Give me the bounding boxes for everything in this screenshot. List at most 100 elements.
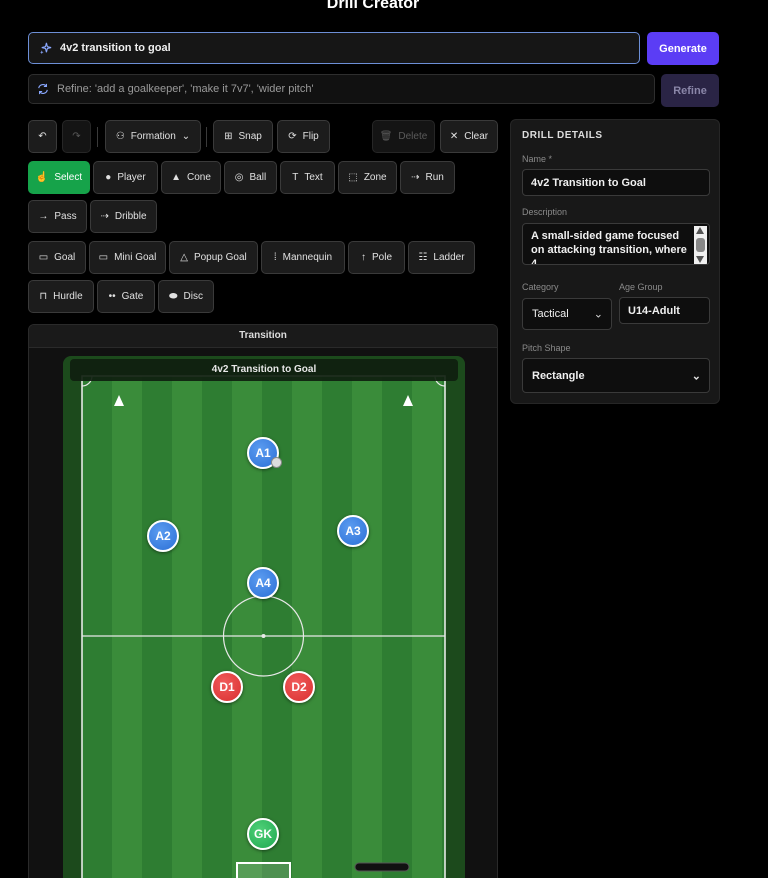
equip-popup-goal[interactable]: △ Popup Goal [169, 241, 258, 274]
chevron-down-icon: ⌄ [181, 130, 191, 142]
equip-hurdle[interactable]: ⊓ Hurdle [28, 280, 94, 313]
tool-cone-label: Cone [187, 172, 211, 183]
refine-button[interactable]: Refine [661, 74, 719, 107]
refine-input[interactable]: Refine: 'add a goalkeeper', 'make it 7v7… [28, 74, 655, 104]
toolbar-divider [97, 127, 98, 147]
cone-marker[interactable] [114, 395, 124, 406]
description-scrollbar[interactable] [694, 226, 707, 264]
category-value: Tactical [532, 308, 569, 320]
snap-label: Snap [238, 131, 262, 142]
pole-icon: ↑ [360, 251, 366, 263]
undo-button[interactable]: ↶ [28, 120, 57, 153]
delete-button[interactable]: 🗑 Delete [372, 120, 435, 153]
triangle-icon: △ [180, 251, 188, 263]
player-token[interactable]: GK [247, 818, 279, 850]
tool-cone[interactable]: ▲ Cone [161, 161, 221, 194]
equip-disc-label: Disc [183, 291, 203, 302]
player-token[interactable]: A2 [147, 520, 179, 552]
scroll-down-icon [696, 256, 704, 263]
equip-goal-label: Goal [54, 252, 76, 263]
close-icon: ✕ [449, 130, 459, 142]
generate-button[interactable]: Generate [647, 32, 719, 65]
cone-marker[interactable] [403, 395, 413, 406]
tool-pass-label: Pass [54, 211, 77, 222]
equip-mini-goal[interactable]: ▭ Mini Goal [89, 241, 166, 274]
prompt-input[interactable]: 4v2 transition to goal [28, 32, 640, 64]
description-label: Description [522, 207, 568, 217]
equip-ladder[interactable]: ☷ Ladder [408, 241, 475, 274]
tool-zone[interactable]: ⬚ Zone [338, 161, 397, 194]
drill-title-banner: 4v2 Transition to Goal [70, 359, 458, 381]
mannequin-icon: ⁞ [273, 251, 277, 263]
tool-run[interactable]: ⇢ Run [400, 161, 455, 194]
name-field[interactable]: 4v2 Transition to Goal [522, 169, 710, 196]
redo-button[interactable]: ↷ [62, 120, 91, 153]
prompt-row: 4v2 transition to goal Generate [28, 32, 720, 65]
clear-button[interactable]: ✕ Clear [440, 120, 498, 153]
pitch-tab-title: Transition [29, 325, 497, 348]
ladder-icon: ☷ [418, 251, 428, 263]
trash-icon: 🗑 [379, 130, 393, 142]
gate-icon: •• [108, 290, 116, 302]
equip-mannequin[interactable]: ⁞ Mannequin [261, 241, 345, 274]
chevron-down-icon: ⌄ [691, 370, 701, 382]
equip-gate-label: Gate [121, 291, 144, 302]
description-text: A small-sided game focused on attacking … [531, 230, 687, 265]
tool-player-label: Player [117, 172, 146, 183]
player-token[interactable]: A4 [247, 567, 279, 599]
tool-select-label: Select [54, 172, 83, 183]
flip-button[interactable]: ⟳ Flip [277, 120, 330, 153]
clear-label: Clear [464, 131, 489, 142]
tool-select[interactable]: ☝ Select [28, 161, 90, 194]
dotted-arrow-icon: ⇢ [100, 210, 109, 222]
pitch-shape-select[interactable]: Rectangle ⌄ [522, 358, 710, 393]
tool-pass[interactable]: → Pass [28, 200, 87, 233]
formation-icon: ⚇ [115, 130, 125, 142]
category-select[interactable]: Tactical ⌄ [522, 298, 612, 330]
player-token[interactable]: D1 [211, 671, 243, 703]
ball-marker[interactable] [271, 457, 282, 468]
redo-icon: ↷ [72, 130, 81, 142]
tool-dribble[interactable]: ⇢ Dribble [90, 200, 157, 233]
equip-gate[interactable]: •• Gate [97, 280, 155, 313]
ball-icon: ◎ [234, 171, 244, 183]
scroll-up-icon [696, 227, 704, 234]
equip-disc[interactable]: ⬬ Disc [158, 280, 214, 313]
player-token[interactable]: D2 [283, 671, 315, 703]
equip-pole-label: Pole [371, 252, 392, 263]
pitch-shape-value: Rectangle [532, 369, 585, 382]
snap-button[interactable]: ⊞ Snap [213, 120, 273, 153]
tool-player[interactable]: ● Player [93, 161, 158, 194]
category-label: Category [522, 282, 559, 292]
equip-goal[interactable]: ▭ Goal [28, 241, 86, 274]
formation-label: Formation [130, 131, 176, 142]
equip-ladder-label: Ladder [433, 252, 465, 263]
name-label: Name * [522, 154, 553, 164]
refresh-icon [38, 83, 48, 95]
cone-icon: ▲ [171, 171, 181, 183]
chevron-down-icon: ⌄ [593, 308, 603, 321]
pitch-canvas[interactable]: 4v2 Transition to Goal A1 A2 A3 A4 D1 D2… [63, 356, 465, 878]
tool-text[interactable]: T Text [280, 161, 335, 194]
undo-icon: ↶ [38, 130, 47, 142]
description-field[interactable]: A small-sided game focused on attacking … [522, 223, 710, 265]
sparkle-icon [39, 42, 52, 54]
equip-mannequin-label: Mannequin [282, 252, 333, 263]
formation-dropdown[interactable]: ⚇ Formation ⌄ [105, 120, 201, 153]
pitch-shape-label: Pitch Shape [522, 343, 571, 353]
pitch-panel: Transition 4v2 Transition to Goal A1 A2 … [28, 324, 498, 878]
equip-pole[interactable]: ↑ Pole [348, 241, 405, 274]
player-token[interactable]: A3 [337, 515, 369, 547]
tool-ball[interactable]: ◎ Ball [224, 161, 277, 194]
disc-icon: ⬬ [169, 290, 178, 302]
mini-goal-icon: ▭ [98, 251, 109, 263]
age-group-field[interactable]: U14-Adult [619, 297, 710, 324]
prompt-value: 4v2 transition to goal [60, 42, 171, 54]
tool-run-label: Run [425, 172, 444, 183]
hurdle-icon: ⊓ [39, 290, 48, 302]
tool-text-label: Text [304, 172, 323, 183]
flip-icon: ⟳ [288, 130, 297, 142]
flip-label: Flip [302, 131, 319, 142]
equip-hurdle-label: Hurdle [53, 291, 83, 302]
details-heading: DRILL DETAILS [522, 130, 603, 141]
